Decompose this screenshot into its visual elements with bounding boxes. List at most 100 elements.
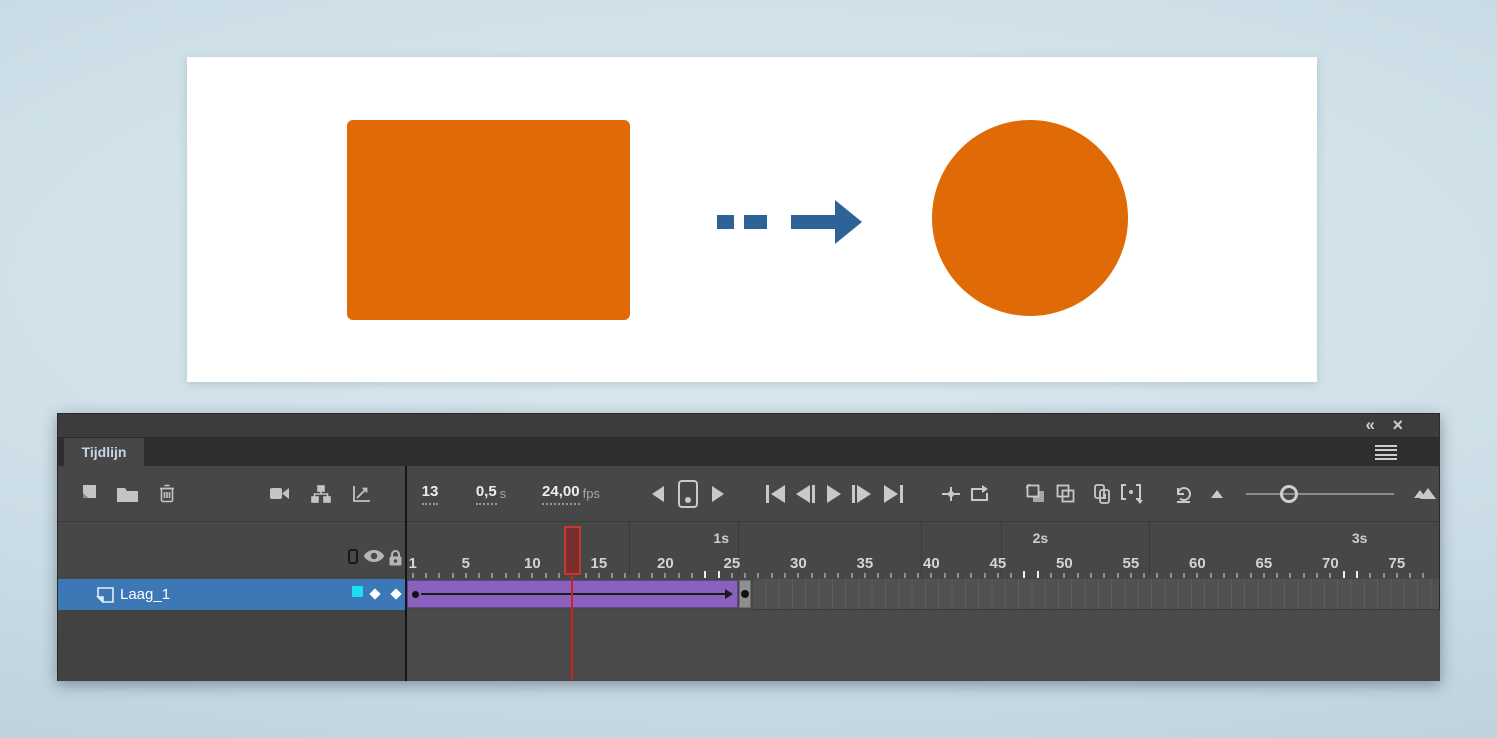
go-to-first-frame-button[interactable] [762, 466, 788, 521]
ruler-frame-number[interactable]: 10 [524, 555, 541, 572]
ruler-frame-number[interactable]: 25 [724, 555, 741, 572]
empty-frames-strip[interactable] [752, 579, 1439, 610]
ruler-tick [624, 573, 627, 578]
loop-playback-icon[interactable] [966, 466, 994, 521]
current-frame-value[interactable]: 13 [421, 483, 439, 505]
highlight-column-icon[interactable] [348, 549, 358, 564]
ruler-tick [438, 573, 441, 578]
ruler-frame-number[interactable]: 30 [790, 555, 807, 572]
ruler-tick [1276, 573, 1279, 578]
ruler-frame-number[interactable]: 60 [1189, 555, 1206, 572]
ruler-frame-number[interactable]: 55 [1123, 555, 1140, 572]
frame-rate-value[interactable]: 24,00 [542, 483, 580, 505]
ruler-tick [717, 571, 720, 578]
ruler-tick [518, 573, 521, 578]
ruler-tick [1369, 573, 1372, 578]
lock-column-icon[interactable] [388, 549, 403, 566]
zoom-out-timeline-icon[interactable] [1206, 466, 1228, 521]
visibility-column-eye-icon[interactable] [363, 549, 385, 563]
end-shape-circle [932, 120, 1128, 316]
ruler-tick [1382, 573, 1385, 578]
ruler-frame-number[interactable]: 5 [462, 555, 470, 572]
ruler-tick [1409, 573, 1412, 578]
ruler-tick [1036, 571, 1039, 578]
end-keyframe-cell[interactable] [739, 580, 752, 608]
tween-arrow-head [724, 589, 733, 599]
new-folder-button[interactable] [114, 466, 140, 521]
ruler-tick [584, 573, 587, 578]
ruler-tick [464, 573, 467, 578]
stage-canvas [187, 57, 1317, 382]
ruler-tick [744, 573, 747, 578]
playhead[interactable] [563, 526, 581, 575]
advanced-layers-icon[interactable] [307, 466, 335, 521]
elapsed-time-field[interactable]: 0,5 s [466, 466, 516, 521]
ruler-tick [757, 573, 760, 578]
delete-layer-button[interactable] [154, 466, 180, 521]
ruler-tick [544, 573, 547, 578]
tween-start-keyframe-dot[interactable] [412, 590, 419, 598]
add-camera-button[interactable] [266, 466, 294, 521]
step-back-button[interactable] [792, 466, 818, 521]
ruler-frame-number[interactable]: 75 [1389, 555, 1406, 572]
ruler-frame-number[interactable]: 45 [990, 555, 1007, 572]
playhead-line[interactable] [571, 575, 574, 680]
ruler-tick [1129, 573, 1132, 578]
play-button[interactable] [822, 466, 846, 521]
frame-editor-icon[interactable] [348, 466, 376, 521]
panel-titlebar: « × [58, 414, 1439, 438]
new-layer-button[interactable] [74, 466, 100, 521]
layer-name[interactable]: Laag_1 [120, 586, 170, 603]
reset-timeline-zoom-icon[interactable] [1170, 466, 1198, 521]
ruler-tick [411, 573, 414, 578]
ruler-frame-number[interactable]: 15 [591, 555, 608, 572]
onion-skin-outlines-icon[interactable] [1052, 466, 1078, 521]
ruler-tick [1116, 573, 1119, 578]
go-to-last-frame-button[interactable] [880, 466, 906, 521]
ruler-frame-number[interactable]: 65 [1256, 555, 1273, 572]
tween-arrow-line [421, 593, 727, 595]
center-frame-icon[interactable] [938, 466, 964, 521]
ruler-tick [424, 573, 427, 578]
current-frame-field[interactable]: 13 [410, 466, 450, 521]
ruler-tick [597, 573, 600, 578]
step-forward-button[interactable] [848, 466, 874, 521]
ruler-frame-number[interactable]: 35 [857, 555, 874, 572]
modify-markers-icon[interactable] [1118, 466, 1148, 521]
step-marker-forward-icon[interactable] [706, 466, 730, 521]
timeline-zoom-slider-knob[interactable] [1280, 485, 1298, 503]
onion-skin-icon[interactable] [1022, 466, 1048, 521]
ruler-tick [770, 573, 773, 578]
ruler-frame-number[interactable]: 70 [1322, 555, 1339, 572]
frames-empty-area [407, 610, 1440, 681]
ruler-tick [943, 573, 946, 578]
ruler-tick [531, 573, 534, 578]
collapse-panel-icon[interactable]: « [1366, 415, 1376, 435]
elapsed-time-unit: s [499, 486, 507, 501]
timeline-zoom-slider[interactable] [1246, 493, 1394, 495]
tab-tijdlijn[interactable]: Tijdlijn [64, 438, 144, 466]
layer-outline-color-swatch[interactable] [352, 586, 363, 597]
edit-multiple-frames-icon[interactable] [1089, 466, 1115, 521]
frame-rate-field[interactable]: 24,00 fps [528, 466, 614, 521]
ruler-frame-number[interactable]: 20 [657, 555, 674, 572]
close-panel-icon[interactable]: × [1392, 415, 1403, 436]
ruler-tick [890, 573, 893, 578]
ruler-tick [837, 573, 840, 578]
step-marker-back-icon[interactable] [646, 466, 670, 521]
ruler-tick [956, 573, 959, 578]
playhead-marker-icon[interactable] [676, 466, 700, 521]
ruler-frame-number[interactable]: 40 [923, 555, 940, 572]
zoom-in-timeline-icon[interactable] [1410, 466, 1440, 521]
ruler-frame-number[interactable]: 50 [1056, 555, 1073, 572]
elapsed-time-value[interactable]: 0,5 [475, 483, 497, 505]
ruler-tick [1183, 573, 1186, 578]
ruler-frame-number[interactable]: 1 [408, 555, 416, 572]
ruler-tick [1395, 573, 1398, 578]
ruler-tick [651, 573, 654, 578]
ruler-tick [611, 573, 614, 578]
ruler-tick [478, 573, 481, 578]
panel-menu-icon[interactable] [1375, 445, 1397, 460]
ruler-tick [1329, 573, 1332, 578]
ruler-tick [637, 573, 640, 578]
